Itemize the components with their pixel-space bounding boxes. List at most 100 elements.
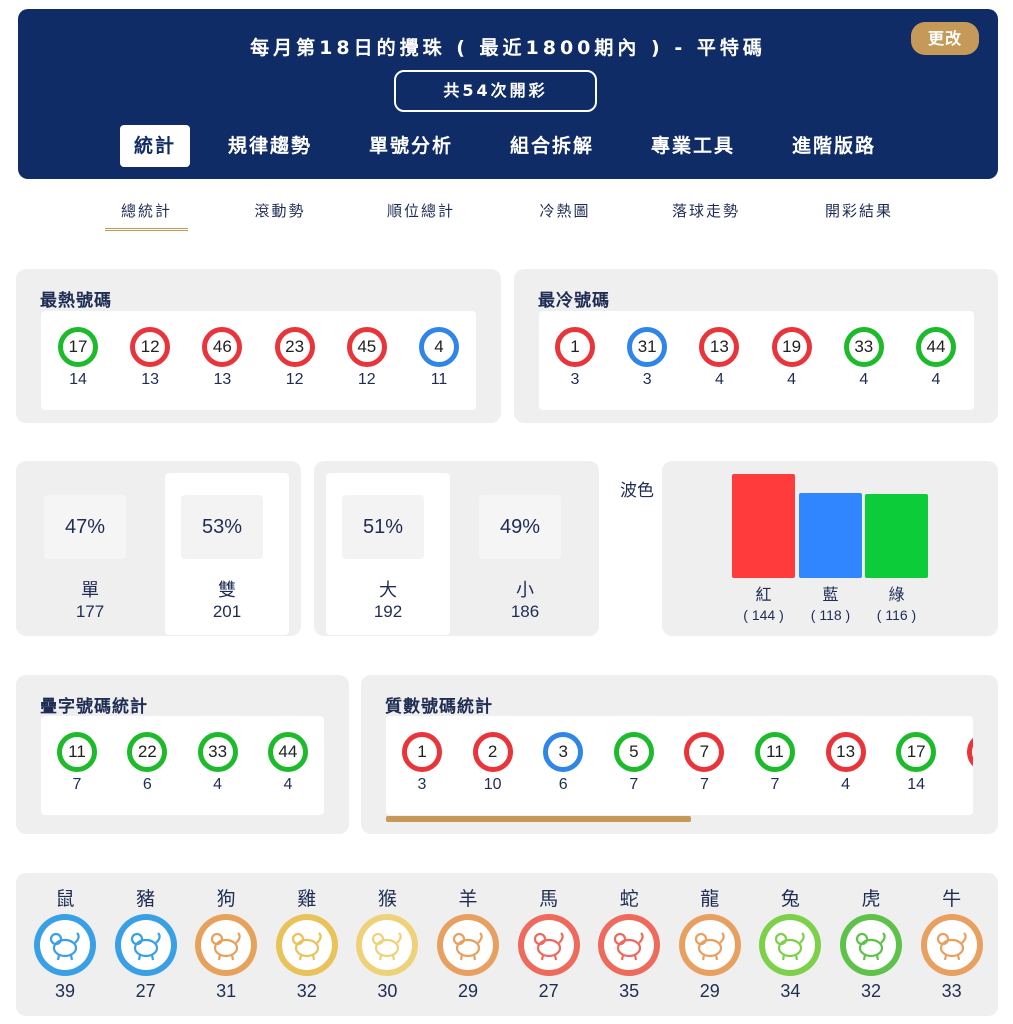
zodiac-panel: 鼠 39 豬 27 狗 31 雞 32 猴 30 羊 29 馬 27 蛇 35 龍 29 兔 34 虎 32 牛 33 xyxy=(16,873,998,1016)
hottest-ball-item[interactable]: 12 13 xyxy=(125,327,175,389)
zodiac-item[interactable]: 兔 34 xyxy=(755,884,825,1002)
zodiac-count: 29 xyxy=(457,981,479,1001)
coldest-ball-item[interactable]: 13 xyxy=(550,327,600,389)
zodiac-ring xyxy=(759,914,822,976)
ball-count: 7 xyxy=(629,776,639,793)
draw-count-button[interactable]: 共54次開彩 xyxy=(394,70,597,112)
zodiac-count: 32 xyxy=(296,981,317,1001)
ball-count: 4 xyxy=(283,776,293,793)
tab-combination[interactable]: 組合拆解 xyxy=(510,125,594,167)
zodiac-item[interactable]: 羊 29 xyxy=(433,884,503,1002)
zodiac-ring xyxy=(356,914,419,976)
monkey-icon xyxy=(362,920,413,970)
coldest-ball-item[interactable]: 19 4 xyxy=(767,327,817,389)
number-ball: 13 xyxy=(699,327,740,367)
tab-trend[interactable]: 規律趨勢 xyxy=(228,125,312,167)
number-ball: 12 xyxy=(130,327,171,367)
small-label: 小 xyxy=(516,580,534,601)
repeat-digits-balls: 11 7 22 6 33 4 44 4 xyxy=(41,716,324,815)
zodiac-name: 猴 xyxy=(377,888,397,910)
zodiac-count: 30 xyxy=(377,981,398,1001)
zodiac-item[interactable]: 雞 32 xyxy=(272,884,342,1002)
coldest-ball-item[interactable]: 44 4 xyxy=(911,327,961,389)
ball-count: 4 xyxy=(714,371,724,388)
tab-pro-tools[interactable]: 專業工具 xyxy=(651,125,735,167)
coldest-panel: 最冷號碼 1 3 31 3 13 4 19 4 33 4 44 4 xyxy=(514,269,998,423)
number-ball: 33 xyxy=(197,732,238,772)
main-tabs: 統計 規律趨勢 單號分析 組合拆解 專業工具 進階版路 xyxy=(18,125,998,167)
repeat-digits-title: 疊字號碼統計 xyxy=(40,697,148,717)
coldest-ball-item[interactable]: 13 4 xyxy=(694,327,744,389)
tab-single-number[interactable]: 單號分析 xyxy=(369,125,453,167)
zodiac-item[interactable]: 馬 27 xyxy=(514,884,584,1002)
hottest-ball-item[interactable]: 17 14 xyxy=(53,327,103,389)
zodiac-item[interactable]: 豬 27 xyxy=(111,884,181,1002)
rooster-icon xyxy=(281,920,332,970)
prime-ball-item[interactable]: 77 xyxy=(679,732,729,794)
ball-count: 12 xyxy=(357,371,376,388)
ball-count: 14 xyxy=(907,776,926,793)
header-bar: 每月第18日的攪珠 ( 最近1800期內 ) - 平特碼 更改 共54次開彩 統… xyxy=(18,9,998,179)
zodiac-ring xyxy=(437,914,499,976)
odd-even-panel: 47% 單 177 53% 雙 201 xyxy=(16,461,301,636)
subtab-overall[interactable]: 總統計 xyxy=(105,195,188,231)
ball-count: 4 xyxy=(859,371,869,388)
wave-title: 波色 xyxy=(620,481,654,501)
tab-statistics[interactable]: 統計 xyxy=(120,125,191,167)
prime-ball-item[interactable]: 13 xyxy=(397,732,447,794)
primes-title: 質數號碼統計 xyxy=(385,697,493,717)
tab-advanced[interactable]: 進階版路 xyxy=(792,125,876,167)
hottest-ball-item[interactable]: 23 12 xyxy=(270,327,320,389)
zodiac-item[interactable]: 虎 32 xyxy=(836,884,906,1002)
repeat-ball-item[interactable]: 33 4 xyxy=(193,732,243,794)
number-ball: 33 xyxy=(843,327,884,367)
zodiac-item[interactable]: 牛 33 xyxy=(917,884,987,1002)
repeat-ball-item[interactable]: 11 7 xyxy=(52,732,102,794)
zodiac-item[interactable]: 龍 29 xyxy=(675,884,745,1002)
zodiac-name: 蛇 xyxy=(619,888,639,910)
ball-count: 3 xyxy=(417,776,427,793)
change-button[interactable]: 更改 xyxy=(911,22,979,55)
prime-ball-item[interactable]: 17 14 xyxy=(891,732,941,794)
zodiac-row: 鼠 39 豬 27 狗 31 雞 32 猴 30 羊 29 馬 27 蛇 35 龍 29 兔 34 虎 32 牛 33 xyxy=(30,884,990,1014)
prime-ball-item[interactable]: 11 7 xyxy=(750,732,800,794)
prime-ball-item[interactable]: 57 xyxy=(609,732,659,794)
zodiac-item[interactable]: 猴 30 xyxy=(352,884,422,1002)
subtab-heatmap[interactable]: 冷熱圖 xyxy=(525,195,605,231)
number-ball: 23 xyxy=(274,327,315,367)
hottest-ball-item[interactable]: 46 13 xyxy=(197,327,247,389)
prime-ball-item[interactable]: 36 xyxy=(538,732,588,794)
ball-count: 4 xyxy=(787,371,797,388)
number-ball: 4 xyxy=(419,327,459,367)
rat-icon xyxy=(40,920,90,970)
wave-count-red: ( 144 ) xyxy=(743,607,783,623)
repeat-ball-item[interactable]: 22 6 xyxy=(122,732,172,794)
subtab-rolling[interactable]: 滾動勢 xyxy=(240,195,320,231)
number-ball: 19 xyxy=(966,732,973,772)
wave-label-blue: 藍 xyxy=(822,585,838,604)
ball-count: 6 xyxy=(142,776,152,793)
zodiac-count: 27 xyxy=(538,981,559,1001)
repeat-ball-item[interactable]: 44 4 xyxy=(263,732,313,794)
hottest-ball-item[interactable]: 45 12 xyxy=(342,327,392,389)
zodiac-item[interactable]: 鼠 39 xyxy=(30,884,100,1002)
coldest-ball-item[interactable]: 31 3 xyxy=(622,327,672,389)
number-ball: 19 xyxy=(771,327,812,367)
prime-ball-item[interactable]: 194 xyxy=(962,732,973,794)
subtab-results[interactable]: 開彩結果 xyxy=(814,195,904,231)
subtab-position[interactable]: 順位總計 xyxy=(376,195,466,231)
zodiac-ring xyxy=(598,914,661,976)
zodiac-count: 39 xyxy=(54,981,76,1001)
ox-icon xyxy=(926,920,977,970)
zodiac-item[interactable]: 狗 31 xyxy=(191,884,261,1002)
primes-balls[interactable]: 132103657771171341714194 xyxy=(386,716,973,815)
ball-count: 7 xyxy=(72,776,82,793)
prime-ball-item[interactable]: 2 10 xyxy=(468,732,518,794)
ball-count: 7 xyxy=(699,776,709,793)
zodiac-item[interactable]: 蛇 35 xyxy=(594,884,664,1002)
prime-ball-item[interactable]: 13 4 xyxy=(821,732,871,794)
coldest-ball-item[interactable]: 33 4 xyxy=(839,327,889,389)
subtab-ball-trend[interactable]: 落球走勢 xyxy=(661,195,751,231)
primes-scrollbar[interactable] xyxy=(386,816,691,822)
hottest-ball-item[interactable]: 4 11 xyxy=(414,327,464,389)
